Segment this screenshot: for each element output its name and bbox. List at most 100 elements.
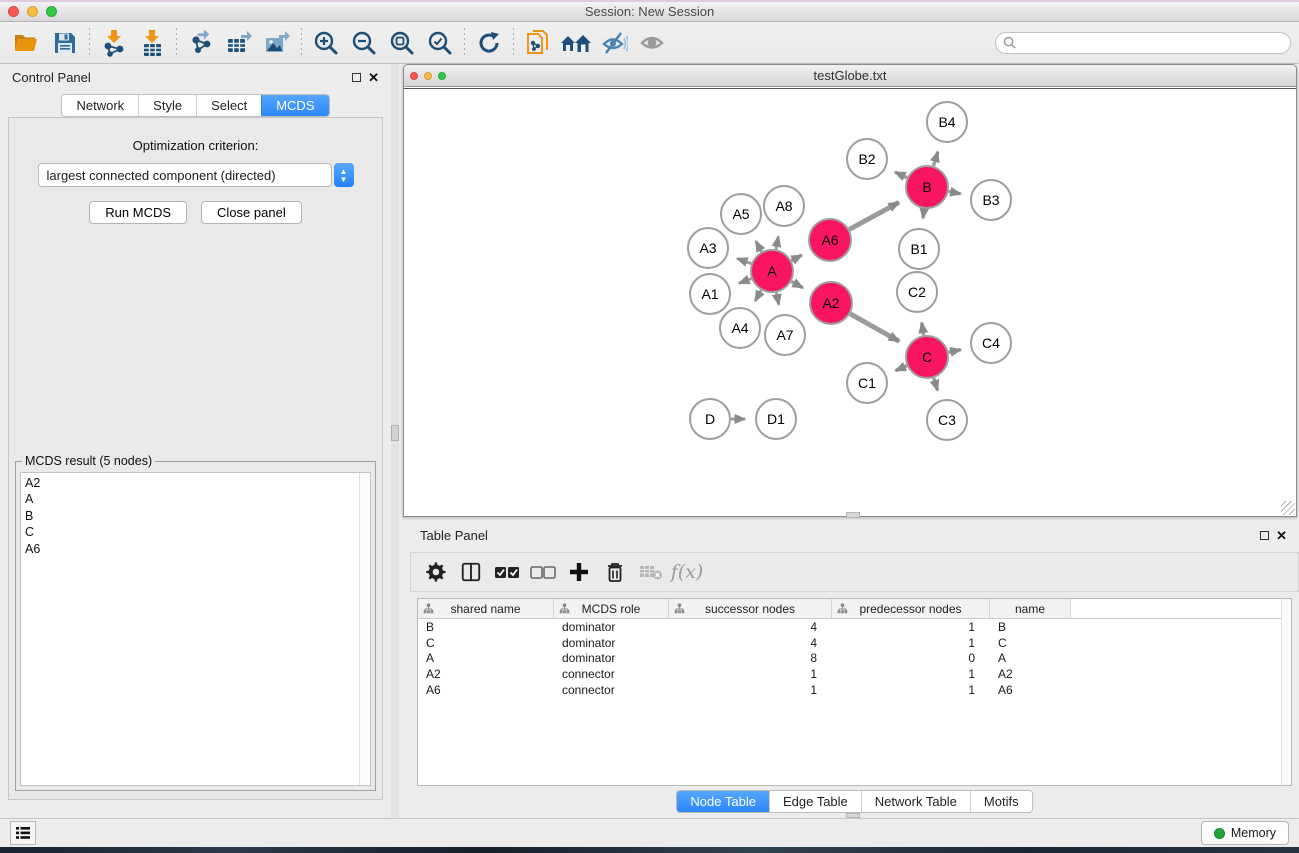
tab-network-table[interactable]: Network Table [861,791,970,812]
apply-layout-button[interactable] [470,26,508,60]
graph-node-B[interactable]: B [906,166,948,208]
table-cell[interactable]: B [418,619,554,635]
table-row[interactable]: Bdominator41B [418,619,1291,635]
table-cell[interactable]: A6 [990,682,1071,698]
column-header-shared-name[interactable]: shared name [418,599,554,618]
result-scrollbar[interactable] [359,473,370,785]
graph-node-A4[interactable]: A4 [720,308,760,348]
table-cell[interactable]: dominator [554,619,669,635]
first-neighbors-button[interactable] [557,26,595,60]
graph-node-B1[interactable]: B1 [899,229,939,269]
table-cell[interactable]: connector [554,682,669,698]
table-scrollbar[interactable] [1281,599,1291,785]
graph-edge-C-C4[interactable] [948,350,960,353]
graph-node-A8[interactable]: A8 [764,186,804,226]
graph-edge-A-A4[interactable] [755,290,761,301]
graph-node-A[interactable]: A [751,250,793,292]
column-header-name[interactable]: name [990,599,1071,618]
graph-node-C4[interactable]: C4 [971,323,1011,363]
open-session-button[interactable] [8,26,46,60]
table-cell[interactable]: C [990,635,1071,651]
node-table[interactable]: shared nameMCDS rolesuccessor nodesprede… [417,598,1292,786]
table-cell[interactable]: 1 [669,666,832,682]
table-cell[interactable]: 4 [669,635,832,651]
import-table-button[interactable] [133,26,171,60]
save-session-button[interactable] [46,26,84,60]
table-cell[interactable]: B [990,619,1071,635]
task-history-button[interactable] [10,821,36,845]
export-network-button[interactable] [182,26,220,60]
graph-edge-B-B2[interactable] [895,172,907,178]
table-row[interactable]: A6connector11A6 [418,682,1291,698]
zoom-in-button[interactable] [307,26,345,60]
mcds-result-item[interactable]: C [25,524,370,540]
tab-style[interactable]: Style [138,95,196,116]
close-panel-button[interactable]: Close panel [201,201,302,224]
horizontal-divider-grip[interactable] [846,512,860,518]
clone-network-button[interactable] [519,26,557,60]
graph-edge-B-B4[interactable] [933,152,937,166]
tab-mcds[interactable]: MCDS [261,95,328,116]
network-canvas[interactable]: B4B2BB3A8A5A6A3B1AC2A1A2A4A7C4CC1DD1C3 [404,88,1296,516]
graph-node-C2[interactable]: C2 [897,272,937,312]
table-cell[interactable]: 1 [832,635,990,651]
search-box[interactable] [995,32,1291,54]
add-column-button[interactable] [563,556,595,588]
graph-edge-C-C1[interactable] [895,366,906,371]
table-cell[interactable]: 4 [669,619,832,635]
tab-node-table[interactable]: Node Table [677,791,769,812]
window-resize-grip[interactable] [1281,501,1295,515]
close-table-panel-icon[interactable]: ✕ [1276,531,1287,540]
delete-column-button[interactable] [599,556,631,588]
table-cell[interactable]: dominator [554,651,669,667]
graph-edge-A-A8[interactable] [776,236,778,249]
graph-edge-A-A6[interactable] [791,255,801,261]
table-row[interactable]: A2connector11A2 [418,666,1291,682]
graph-node-B2[interactable]: B2 [847,139,887,179]
divider-grip[interactable] [391,425,399,441]
column-header-successor-nodes[interactable]: successor nodes [669,599,832,618]
graph-node-B3[interactable]: B3 [971,180,1011,220]
table-cell[interactable]: connector [554,666,669,682]
table-cell[interactable]: 1 [832,619,990,635]
show-all-button[interactable] [633,26,671,60]
column-header-MCDS-role[interactable]: MCDS role [554,599,669,618]
dropdown-stepper-icon[interactable]: ▲▼ [334,163,354,187]
graph-node-B4[interactable]: B4 [927,102,967,142]
mcds-result-item[interactable]: A [25,491,370,507]
graph-node-C[interactable]: C [906,336,948,378]
mcds-result-item[interactable]: A6 [25,541,370,557]
network-window-titlebar[interactable]: testGlobe.txt [404,65,1296,87]
graph-edge-C-C2[interactable] [922,323,924,336]
mcds-result-item[interactable]: B [25,508,370,524]
graph-node-D[interactable]: D [690,399,730,439]
criterion-dropdown[interactable]: largest connected component (directed) [38,163,332,187]
show-columns-button[interactable] [455,556,487,588]
tab-network[interactable]: Network [62,95,138,116]
graph-edge-A-A3[interactable] [737,258,751,263]
table-cell[interactable]: 1 [669,682,832,698]
graph-node-A2[interactable]: A2 [810,282,852,324]
table-cell[interactable]: A [990,651,1071,667]
search-input[interactable] [1017,34,1290,52]
graph-node-A3[interactable]: A3 [688,228,728,268]
float-table-panel-icon[interactable] [1260,531,1269,540]
graph-edge-B-B1[interactable] [923,209,924,218]
graph-node-C3[interactable]: C3 [927,400,967,440]
table-row[interactable]: Cdominator41C [418,635,1291,651]
tab-select[interactable]: Select [196,95,261,116]
memory-button[interactable]: Memory [1201,821,1289,845]
graph-node-A5[interactable]: A5 [721,194,761,234]
column-settings-button[interactable] [419,556,451,588]
graph-edge-A-A5[interactable] [756,241,762,251]
table-cell[interactable]: C [418,635,554,651]
graph-edge-B-B3[interactable] [949,191,961,193]
graph-edge-A2-C[interactable] [850,314,899,342]
zoom-fit-button[interactable] [383,26,421,60]
zoom-selected-button[interactable] [421,26,459,60]
graph-edge-C-C3[interactable] [934,378,938,390]
graph-edge-A-A2[interactable] [791,281,803,287]
graph-edge-A6-B[interactable] [849,202,899,229]
tab-motifs[interactable]: Motifs [970,791,1032,812]
graph-node-C1[interactable]: C1 [847,363,887,403]
